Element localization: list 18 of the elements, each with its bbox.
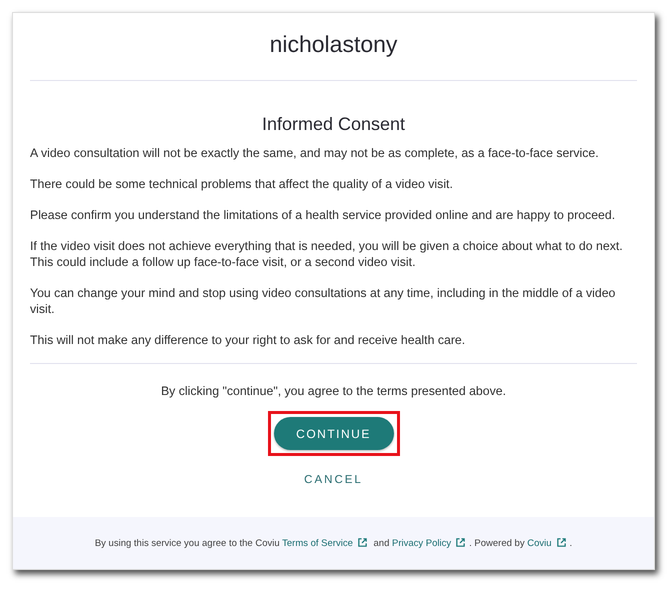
- consent-paragraph: There could be some technical problems that affect the quality of a video visit.: [30, 176, 454, 192]
- continue-button[interactable]: CONTINUE: [274, 417, 394, 450]
- footer-link[interactable]: Terms of Service: [282, 538, 353, 549]
- footer-link[interactable]: Coviu: [527, 538, 552, 549]
- terms-notice: By using this service you agree to the Coviu Terms of Service and Privacy Policy . Powered by Coviu .: [94, 537, 572, 549]
- consent-paragraph: You can change your mind and stop using video consultations at any time, including in the middle of a video visit.: [30, 285, 616, 317]
- section-heading: Informed Consent: [260, 114, 406, 135]
- consent-paragraph: This will not make any difference to your right to ask for and receive health care.: [30, 332, 466, 348]
- external-link-icon: [556, 537, 567, 548]
- agreement-text: By clicking "continue", you agree to the terms presented above.: [160, 383, 508, 399]
- cancel-link[interactable]: CANCEL: [298, 470, 369, 490]
- external-link-icon: [455, 537, 466, 548]
- consent-paragraph: A video consultation will not be exactly the same, and may not be as complete, as a face-to-face service.: [30, 145, 600, 161]
- footer-link[interactable]: Privacy Policy: [392, 538, 452, 549]
- consent-paragraph: Please confirm you understand the limitations of a health service provided online and are happy to proceed.: [30, 207, 616, 223]
- account-name: nicholastony: [268, 31, 398, 58]
- external-link-icon: [356, 537, 368, 548]
- consent-paragraph: If the video visit does not achieve everything that is needed, you will be given a choice about what to do next. This could include a follow up face-to-face visit, or a second video visit.: [30, 238, 624, 270]
